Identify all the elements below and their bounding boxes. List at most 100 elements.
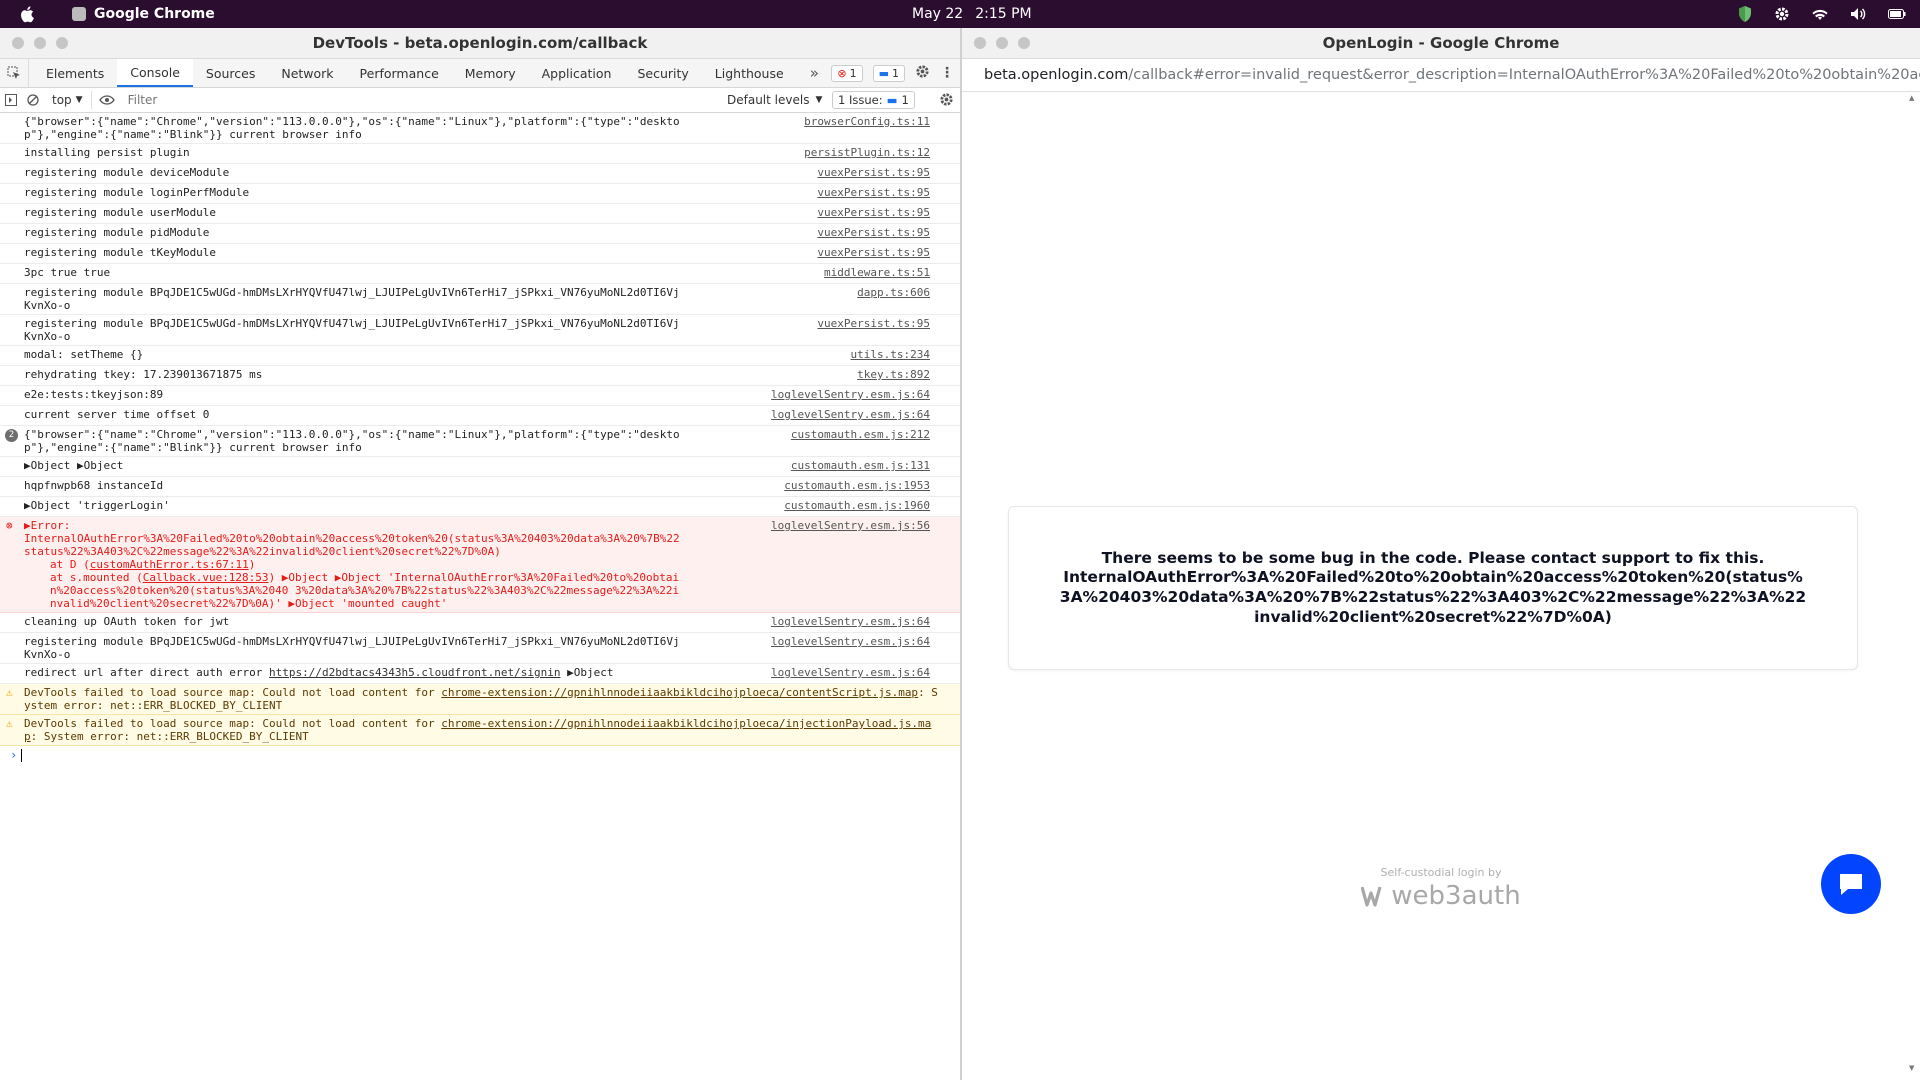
tab-elements[interactable]: Elements <box>33 59 117 87</box>
console-source-link[interactable]: loglevelSentry.esm.js:64 <box>771 635 930 648</box>
scroll-down-icon[interactable]: ▼ <box>1909 1064 1914 1072</box>
battery-icon[interactable] <box>1888 8 1906 20</box>
console-warning-message[interactable]: ⚠ DevTools failed to load source map: Cou… <box>0 715 960 746</box>
console-source-link[interactable]: customauth.esm.js:1953 <box>784 479 930 492</box>
console-message[interactable]: browserConfig.ts:11 {"browser":{"name":"C… <box>0 113 960 144</box>
console-message[interactable]: 2 customauth.esm.js:212 {"browser":{"name"… <box>0 426 960 457</box>
tab-memory[interactable]: Memory <box>452 59 529 87</box>
sidebar-toggle-icon[interactable] <box>0 88 22 112</box>
tab-sources[interactable]: Sources <box>193 59 268 87</box>
console-source-link[interactable]: tkey.ts:892 <box>857 368 930 381</box>
redirect-object[interactable]: ▶Object <box>567 666 613 679</box>
page-scrollbar[interactable]: ▲ ▼ <box>1906 92 1920 1080</box>
console-source-link[interactable]: loglevelSentry.esm.js:64 <box>771 408 930 421</box>
console-message[interactable]: vuexPersist.ts:95 registering module devi… <box>0 164 960 184</box>
console-source-link[interactable]: vuexPersist.ts:95 <box>817 206 930 219</box>
console-message[interactable]: loglevelSentry.esm.js:64 current server t… <box>0 406 960 426</box>
console-source-link[interactable]: vuexPersist.ts:95 <box>817 166 930 179</box>
minimize-window-button[interactable] <box>996 37 1008 49</box>
console-source-link[interactable]: browserConfig.ts:11 <box>804 115 930 128</box>
warning-source-link[interactable]: chrome-extension://gpnihlnnodeiiaakbikld… <box>441 686 918 699</box>
console-settings-gear-icon[interactable] <box>939 92 954 110</box>
more-tabs-button[interactable]: » <box>797 59 832 87</box>
apple-logo-icon[interactable] <box>20 5 36 23</box>
maximize-window-button[interactable] <box>56 37 68 49</box>
issues-button[interactable]: 1 Issue: ▬ 1 <box>832 91 915 109</box>
console-source-link[interactable]: loglevelSentry.esm.js:64 <box>771 388 930 401</box>
console-source-link[interactable]: dapp.ts:606 <box>857 286 930 299</box>
error-count-badge[interactable]: ⊗ 1 <box>831 64 863 82</box>
console-prompt[interactable]: › <box>0 746 960 764</box>
settings-gear-icon[interactable] <box>915 64 930 82</box>
console-filter-input[interactable] <box>121 89 690 111</box>
console-error-message[interactable]: ⊗ loglevelSentry.esm.js:56 ▶Error: Inter… <box>0 517 960 613</box>
console-source-link[interactable]: utils.ts:234 <box>851 348 930 361</box>
console-source-link[interactable]: vuexPersist.ts:95 <box>817 246 930 259</box>
console-message[interactable]: middleware.ts:51 3pc true true <box>0 264 960 284</box>
console-source-link[interactable]: customauth.esm.js:212 <box>791 428 930 441</box>
console-message[interactable]: loglevelSentry.esm.js:64 redirect url af… <box>0 664 960 684</box>
web3auth-logo[interactable]: web3auth <box>962 881 1920 911</box>
tab-security[interactable]: Security <box>624 59 701 87</box>
console-source-link[interactable]: middleware.ts:51 <box>824 266 930 279</box>
console-message[interactable]: dapp.ts:606 registering module BPqJDE1C5w… <box>0 284 960 315</box>
inspect-element-button[interactable] <box>0 59 29 87</box>
console-source-link[interactable]: customauth.esm.js:131 <box>791 459 930 472</box>
console-source-link[interactable]: vuexPersist.ts:95 <box>817 317 930 330</box>
stack-frame-link[interactable]: Callback.vue:128:53 <box>143 571 269 584</box>
console-message[interactable]: loglevelSentry.esm.js:64 cleaning up OAut… <box>0 613 960 633</box>
console-message[interactable]: persistPlugin.ts:12 installing persist pl… <box>0 144 960 164</box>
console-message[interactable]: customauth.esm.js:1960 ▶Object 'triggerLo… <box>0 497 960 517</box>
message-count-badge[interactable]: ▬ 1 <box>872 64 905 82</box>
console-source-link[interactable]: loglevelSentry.esm.js:64 <box>771 615 930 628</box>
tab-lighthouse[interactable]: Lighthouse <box>702 59 797 87</box>
console-message[interactable]: tkey.ts:892 rehydrating tkey: 17.23901367… <box>0 366 960 386</box>
context-selector[interactable]: top ▼ <box>44 91 92 109</box>
console-message[interactable]: utils.ts:234 modal: setTheme {} <box>0 346 960 366</box>
tab-console[interactable]: Console <box>117 59 193 87</box>
wifi-icon[interactable] <box>1812 7 1828 21</box>
tab-network[interactable]: Network <box>268 59 346 87</box>
console-message[interactable]: customauth.esm.js:1953 hqpfnwpb68 instanc… <box>0 477 960 497</box>
devtools-titlebar[interactable]: DevTools - beta.openlogin.com/callback <box>0 28 960 59</box>
address-bar[interactable]: beta.openlogin.com/callback#error=invali… <box>962 59 1920 92</box>
warning-text: DevTools failed to load source map: Coul… <box>24 686 442 699</box>
shield-icon[interactable] <box>1738 6 1752 22</box>
clear-console-icon[interactable] <box>22 88 44 112</box>
console-message[interactable]: vuexPersist.ts:95 registering module user… <box>0 204 960 224</box>
tab-performance[interactable]: Performance <box>347 59 452 87</box>
console-message[interactable]: vuexPersist.ts:95 registering module pidM… <box>0 224 960 244</box>
scroll-up-icon[interactable]: ▲ <box>1909 94 1914 102</box>
console-message[interactable]: loglevelSentry.esm.js:64 e2e:tests:tkeyjs… <box>0 386 960 406</box>
more-options-icon[interactable]: ⋮ <box>940 65 954 81</box>
close-window-button[interactable] <box>974 37 986 49</box>
volume-icon[interactable] <box>1850 7 1866 21</box>
console-output[interactable]: browserConfig.ts:11 {"browser":{"name":"C… <box>0 113 960 764</box>
live-expression-eye-icon[interactable] <box>92 88 122 112</box>
console-source-link[interactable]: loglevelSentry.esm.js:64 <box>771 666 930 679</box>
gear-icon[interactable] <box>1774 6 1790 22</box>
console-source-link[interactable]: loglevelSentry.esm.js:56 <box>771 519 930 532</box>
stack-frame-link[interactable]: customAuthError.ts:67:11 <box>90 558 249 571</box>
log-levels-dropdown[interactable]: Default levels ▼ <box>727 88 822 112</box>
console-warning-message[interactable]: ⚠ DevTools failed to load source map: Cou… <box>0 684 960 715</box>
chrome-titlebar[interactable]: OpenLogin - Google Chrome <box>962 28 1920 59</box>
active-app-menu[interactable]: Google Chrome <box>72 0 215 28</box>
console-source-link[interactable]: customauth.esm.js:1960 <box>784 499 930 512</box>
console-source-link[interactable]: persistPlugin.ts:12 <box>804 146 930 159</box>
clock[interactable]: May 22 2:15 PM <box>912 0 1032 28</box>
error-head[interactable]: ▶Error: <box>24 519 680 532</box>
console-message[interactable]: customauth.esm.js:131 ▶Object ▶Object <box>0 457 960 477</box>
console-message[interactable]: vuexPersist.ts:95 registering module logi… <box>0 184 960 204</box>
console-message[interactable]: loglevelSentry.esm.js:64 registering modu… <box>0 633 960 664</box>
support-chat-button[interactable] <box>1821 854 1881 914</box>
redirect-url-link[interactable]: https://d2bdtacs4343h5.cloudfront.net/si… <box>269 666 560 679</box>
tab-application[interactable]: Application <box>529 59 625 87</box>
console-source-link[interactable]: vuexPersist.ts:95 <box>817 226 930 239</box>
console-message[interactable]: vuexPersist.ts:95 registering module tKey… <box>0 244 960 264</box>
close-window-button[interactable] <box>12 37 24 49</box>
minimize-window-button[interactable] <box>34 37 46 49</box>
console-source-link[interactable]: vuexPersist.ts:95 <box>817 186 930 199</box>
console-message[interactable]: vuexPersist.ts:95 registering module BPqJ… <box>0 315 960 346</box>
maximize-window-button[interactable] <box>1018 37 1030 49</box>
